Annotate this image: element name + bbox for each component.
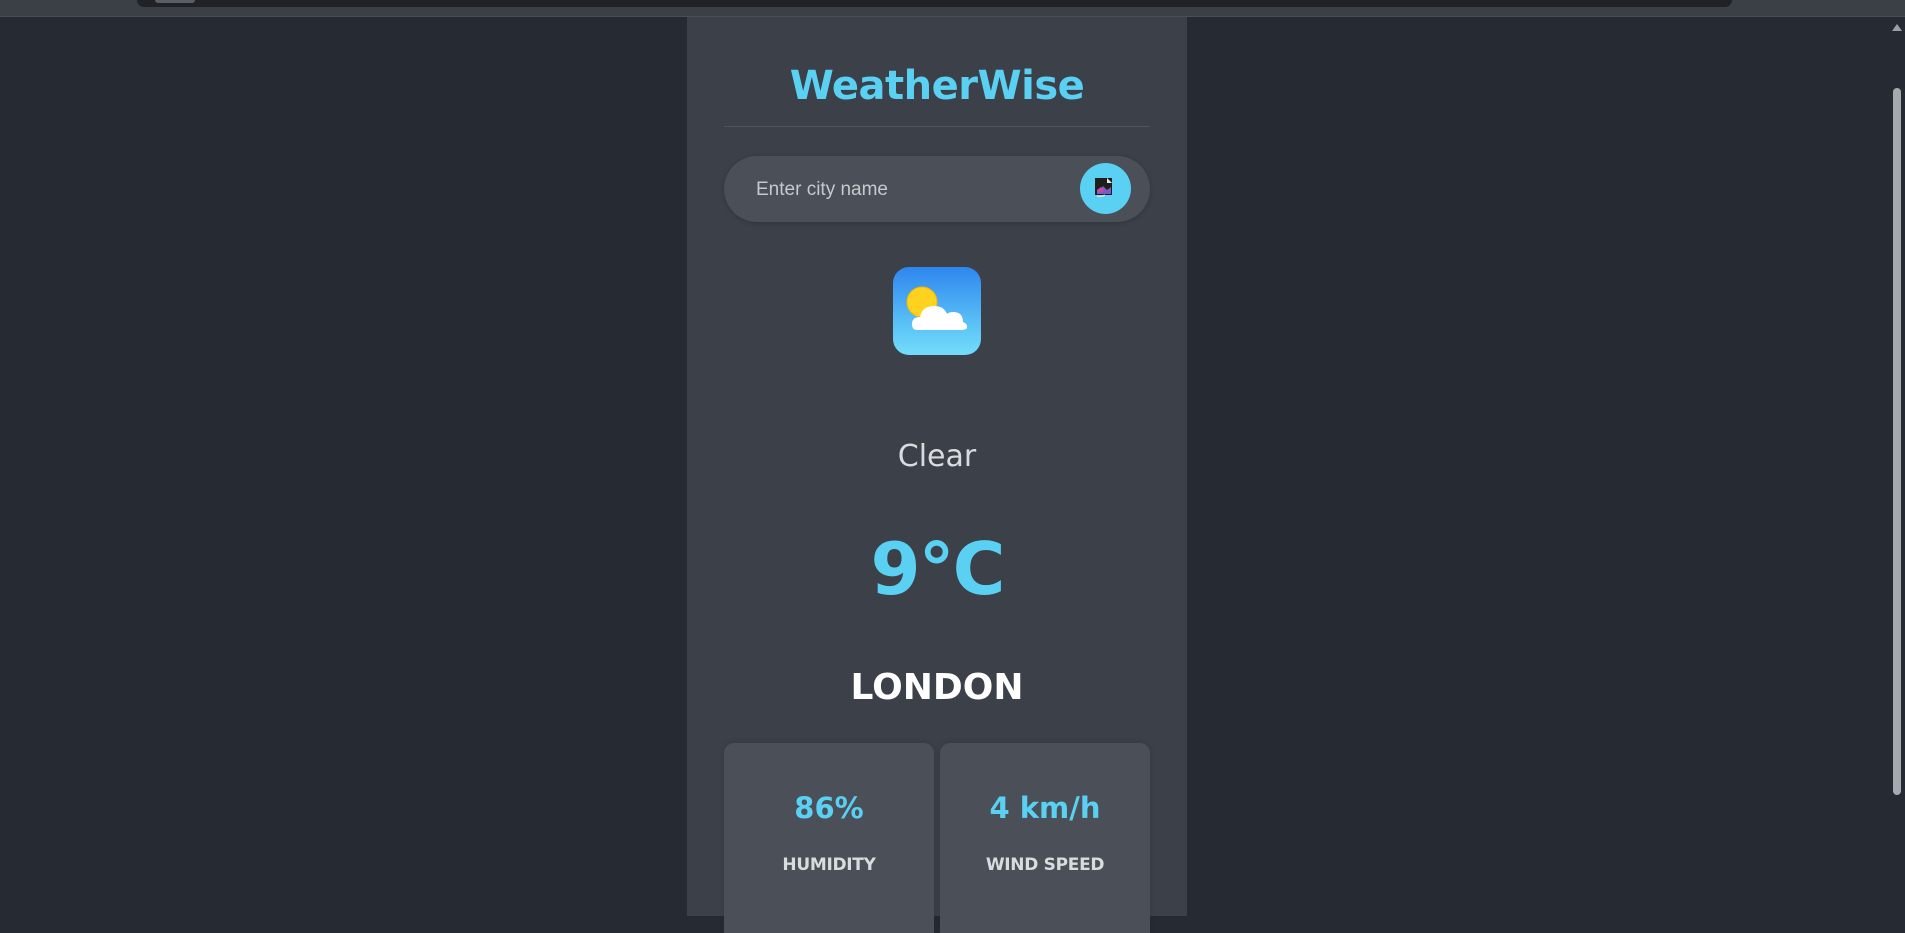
search-button[interactable] (1080, 163, 1131, 214)
page-scrollbar[interactable] (1889, 17, 1905, 916)
browser-toolbar (0, 0, 1905, 17)
scrollbar-thumb[interactable] (1893, 88, 1901, 795)
app-title: WeatherWise (789, 63, 1085, 109)
humidity-value: 86% (794, 791, 864, 825)
scroll-up-arrow-icon[interactable] (1892, 24, 1902, 31)
search-bar (724, 156, 1150, 224)
wind-speed-card: 4 km/h WIND SPEED (940, 743, 1150, 933)
humidity-card: 86% HUMIDITY (724, 743, 934, 933)
temperature-value: 9°C (870, 527, 1006, 611)
wind-speed-value: 4 km/h (989, 791, 1101, 825)
wind-speed-label: WIND SPEED (985, 855, 1105, 875)
city-name: LONDON (850, 667, 1024, 708)
humidity-label: HUMIDITY (782, 855, 876, 875)
broken-image-icon (1095, 178, 1112, 197)
weather-card: WeatherWise Clear 9°C LONDON 86% HUMIDIT… (687, 17, 1187, 933)
partly-cloudy-icon (893, 267, 981, 355)
tab-edge (155, 0, 195, 3)
address-bar[interactable] (137, 0, 1732, 7)
weather-condition: Clear (897, 439, 977, 474)
header-divider (724, 126, 1150, 127)
city-search-input[interactable] (754, 156, 1078, 224)
